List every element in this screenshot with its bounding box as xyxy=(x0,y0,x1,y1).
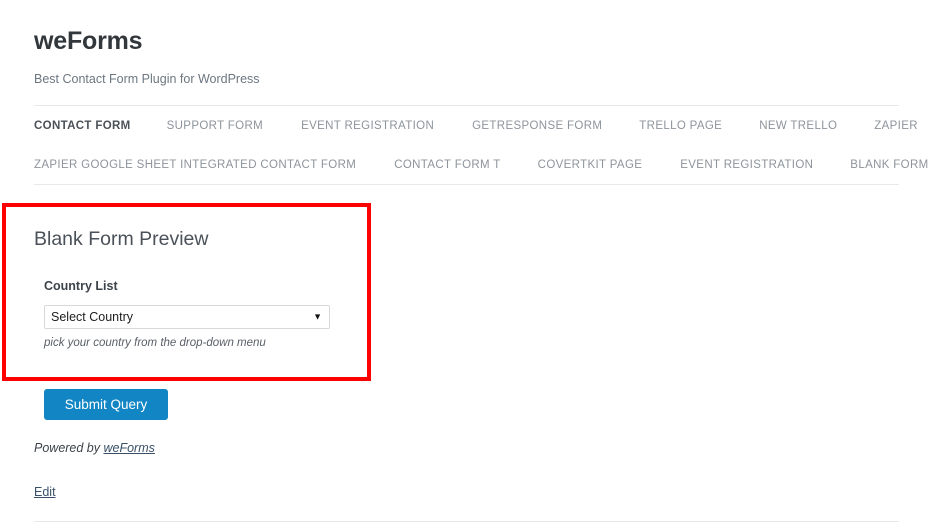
nav-item-getresponse-form[interactable]: GETRESPONSE FORM xyxy=(472,120,602,132)
country-list-label: Country List xyxy=(44,278,494,294)
country-select[interactable]: Select Country xyxy=(44,305,330,329)
submit-query-button[interactable]: Submit Query xyxy=(44,389,168,420)
nav-item-contact-form[interactable]: CONTACT FORM xyxy=(34,120,131,132)
nav-item-zapier-google-sheet-integrated-contact-form[interactable]: ZAPIER GOOGLE SHEET INTEGRATED CONTACT F… xyxy=(34,159,356,171)
nav-row-1: CONTACT FORM SUPPORT FORM EVENT REGISTRA… xyxy=(34,106,899,145)
powered-by-text: Powered by weForms xyxy=(34,440,155,457)
page-root: weForms Best Contact Form Plugin for Wor… xyxy=(0,0,933,528)
powered-by-prefix: Powered by xyxy=(34,441,103,455)
nav-item-new-trello[interactable]: NEW TRELLO xyxy=(759,120,837,132)
bottom-divider xyxy=(34,521,899,522)
primary-navigation: CONTACT FORM SUPPORT FORM EVENT REGISTRA… xyxy=(34,105,899,185)
form-heading: Blank Form Preview xyxy=(34,226,494,252)
nav-item-trello-page[interactable]: TRELLO PAGE xyxy=(639,120,722,132)
weforms-link[interactable]: weForms xyxy=(103,441,154,455)
site-header: weForms Best Contact Form Plugin for Wor… xyxy=(34,26,899,87)
country-select-wrapper: Select Country ▼ xyxy=(44,305,330,329)
nav-item-event-registration-2[interactable]: EVENT REGISTRATION xyxy=(680,159,813,171)
country-select-value: Select Country xyxy=(51,306,133,328)
country-list-help-text: pick your country from the drop-down men… xyxy=(44,336,494,351)
nav-item-blank-form[interactable]: BLANK FORM xyxy=(850,159,928,171)
nav-item-support-form[interactable]: SUPPORT FORM xyxy=(167,120,263,132)
nav-row-2: ZAPIER GOOGLE SHEET INTEGRATED CONTACT F… xyxy=(34,145,899,184)
edit-link[interactable]: Edit xyxy=(34,484,56,501)
site-title: weForms xyxy=(34,26,899,56)
country-list-field: Country List Select Country ▼ pick your … xyxy=(34,278,494,351)
nav-item-contact-form-t[interactable]: CONTACT FORM T xyxy=(394,159,500,171)
nav-item-zapier[interactable]: ZAPIER xyxy=(874,120,918,132)
nav-item-event-registration[interactable]: EVENT REGISTRATION xyxy=(301,120,434,132)
site-tagline: Best Contact Form Plugin for WordPress xyxy=(34,71,899,87)
nav-item-covertkit-page[interactable]: COVERTKIT PAGE xyxy=(538,159,643,171)
form-preview: Blank Form Preview Country List Select C… xyxy=(34,226,494,351)
